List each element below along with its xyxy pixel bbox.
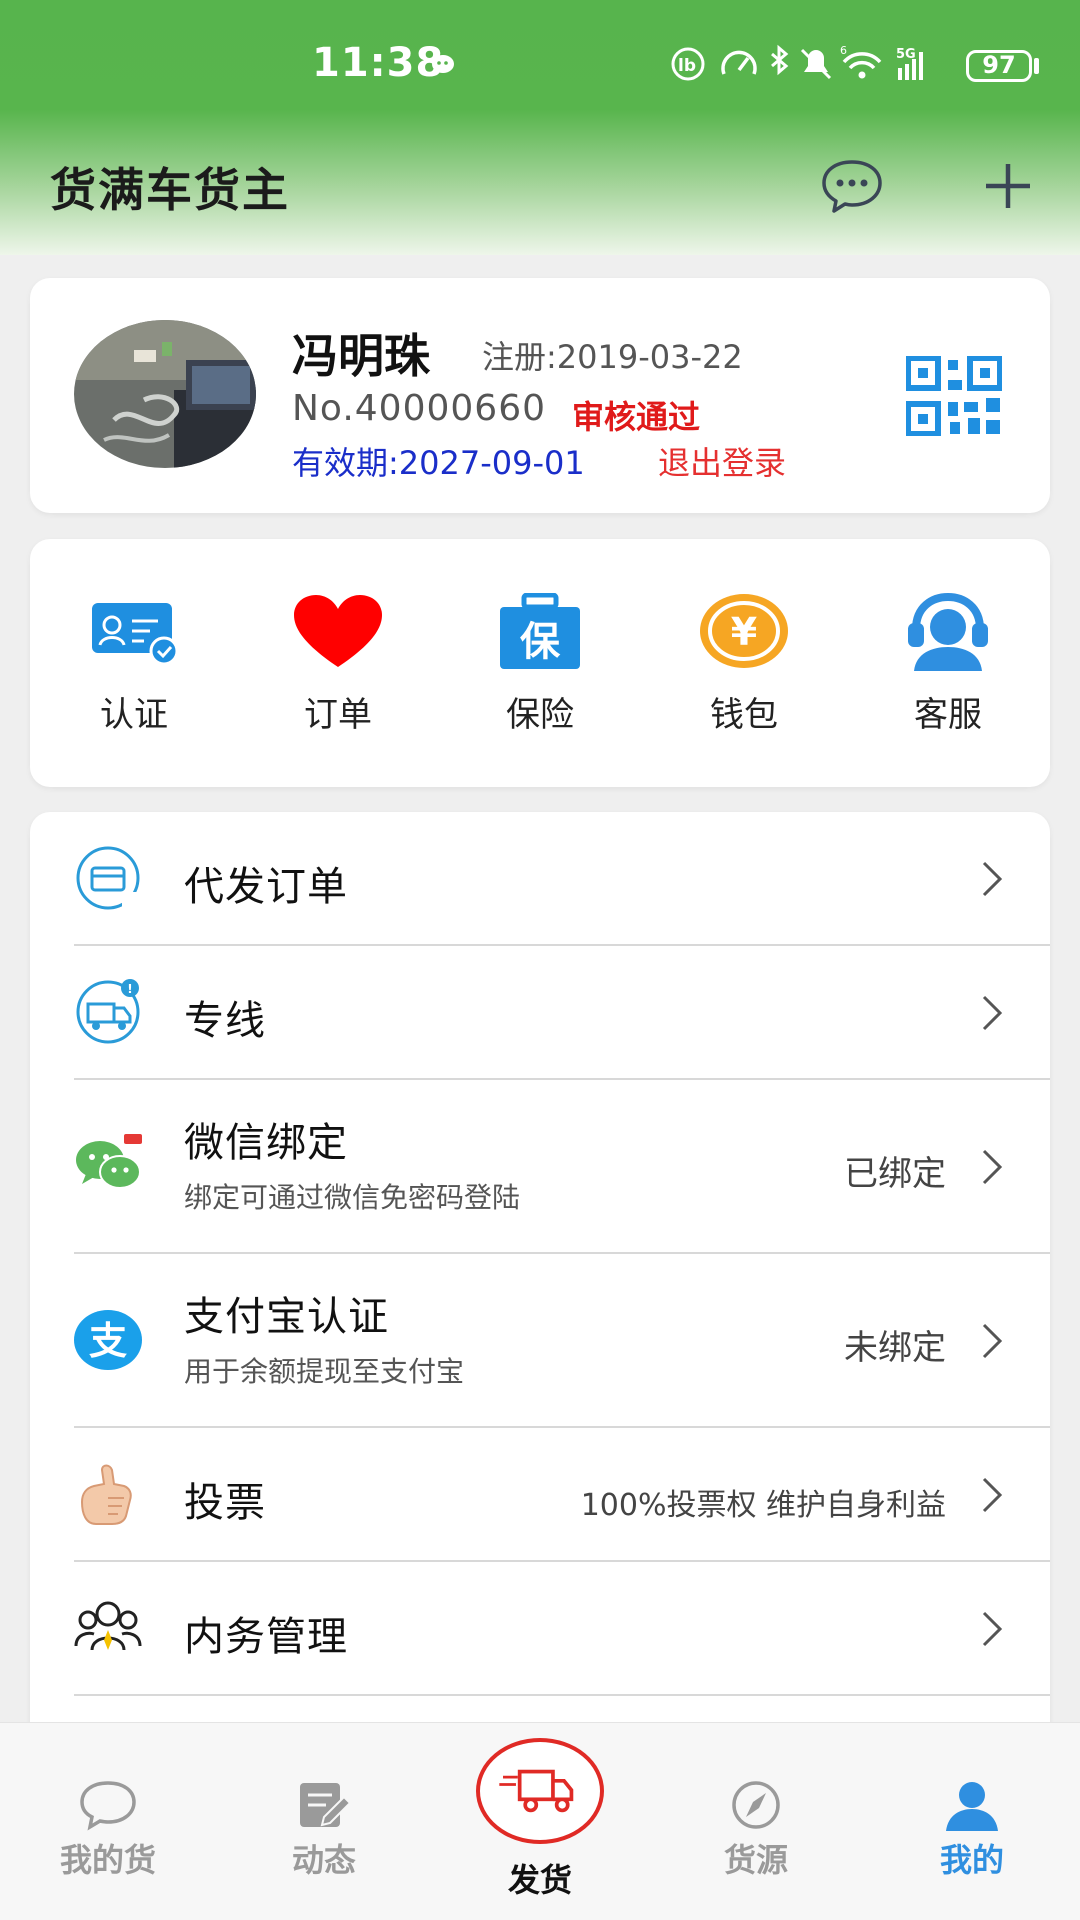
thumbs-up-icon [80, 1464, 132, 1525]
wechat-notification-icon [432, 55, 454, 73]
divider [74, 1694, 1050, 1696]
tab-label: 我的货 [59, 1841, 156, 1879]
settings-menu: 代发订单 ! 专线 微信绑定 绑定可通过微信免密码登陆 已绑定 支 支付宝认证 … [30, 812, 1050, 1812]
svg-text:保: 保 [520, 619, 561, 665]
svg-text:¥: ¥ [731, 610, 757, 654]
menu-item-title: 内务管理 [184, 1614, 348, 1660]
menu-item-internal-management[interactable]: 内务管理 [30, 1562, 1050, 1696]
quick-action-customer-service[interactable]: 客服 [858, 593, 1038, 735]
quick-action-label: 订单 [304, 695, 372, 735]
menu-item-title: 投票 [184, 1480, 266, 1526]
tab-label: 货源 [723, 1841, 788, 1879]
chevron-right-icon [982, 1611, 1003, 1647]
tab-label: 我的 [939, 1841, 1004, 1879]
wechat-icon [76, 1134, 142, 1189]
menu-item-subtitle: 用于余额提现至支付宝 [184, 1355, 465, 1388]
quick-action-label: 保险 [506, 695, 574, 735]
quick-actions-card: 认证 订单 保 保险 ¥ 钱包 客服 [30, 539, 1050, 787]
chevron-right-icon [982, 861, 1003, 897]
menu-item-subtitle: 绑定可通过微信免密码登陆 [184, 1181, 521, 1214]
edit-note-icon [300, 1783, 352, 1827]
registration-date: 注册:2019-03-22 [482, 338, 743, 376]
quick-action-insurance[interactable]: 保 保险 [450, 593, 630, 735]
menu-item-title: 代发订单 [184, 864, 348, 910]
tab-cargo-source[interactable]: 货源 [648, 1723, 864, 1920]
user-number: No.40000660 [292, 388, 546, 429]
voting-description: 100%投票权 维护自身利益 [580, 1488, 946, 1523]
menu-item-title: 微信绑定 [184, 1120, 348, 1166]
yuan-coin-icon: ¥ [700, 594, 788, 668]
quick-action-label: 认证 [100, 695, 168, 735]
id-card-icon [92, 603, 179, 666]
profile-card: 冯明珠 注册:2019-03-22 No.40000660 审核通过 有效期:2… [30, 278, 1050, 513]
qr-code-icon[interactable] [906, 356, 1002, 436]
status-time: 11:38 [312, 40, 445, 86]
tab-label: 动态 [291, 1841, 356, 1879]
heart-icon [294, 595, 382, 667]
tab-my-goods[interactable]: 我的货 [0, 1723, 216, 1920]
battery-nub [1034, 58, 1039, 74]
quick-action-label: 客服 [914, 695, 982, 735]
valid-until-date: 有效期:2027-09-01 [292, 444, 585, 482]
quick-action-label: 钱包 [710, 695, 778, 735]
tab-label: 发货 [507, 1861, 572, 1899]
team-management-icon [74, 1601, 142, 1651]
alipay-icon: 支 [74, 1310, 142, 1370]
status-bar: 11:38 lb 6 5G 97 [0, 0, 1080, 130]
quick-action-wallet[interactable]: ¥ 钱包 [654, 593, 834, 735]
message-icon[interactable] [820, 158, 884, 214]
compass-icon [732, 1781, 780, 1829]
menu-item-proxy-order[interactable]: 代发订单 [30, 812, 1050, 946]
svg-text:!: ! [127, 982, 132, 996]
svg-text:6: 6 [840, 44, 847, 57]
chevron-right-icon [982, 1149, 1003, 1185]
menu-item-voting[interactable]: 投票 100%投票权 维护自身利益 [30, 1428, 1050, 1562]
chevron-right-icon [982, 995, 1003, 1031]
proxy-order-icon [76, 846, 140, 910]
alipay-binding-status: 未绑定 [844, 1328, 946, 1368]
menu-item-title: 专线 [184, 998, 266, 1044]
menu-item-dedicated-line[interactable]: ! 专线 [30, 946, 1050, 1080]
quick-action-certification[interactable]: 认证 [44, 593, 224, 735]
chat-bubble-icon [80, 1781, 136, 1831]
svg-text:支: 支 [89, 1319, 127, 1363]
customer-service-icon [908, 593, 988, 671]
menu-item-wechat-binding[interactable]: 微信绑定 绑定可通过微信免密码登陆 已绑定 [30, 1080, 1050, 1254]
menu-item-alipay-auth[interactable]: 支 支付宝认证 用于余额提现至支付宝 未绑定 [30, 1254, 1050, 1428]
avatar[interactable] [74, 320, 256, 468]
insurance-bag-icon: 保 [500, 593, 580, 669]
logout-link[interactable]: 退出登录 [658, 438, 786, 484]
audit-status-badge: 审核通过 [572, 398, 701, 436]
tab-mine[interactable]: 我的 [864, 1723, 1080, 1920]
delivery-truck-icon[interactable] [476, 1738, 604, 1844]
wechat-binding-status: 已绑定 [844, 1154, 946, 1194]
menu-item-title: 支付宝认证 [184, 1294, 389, 1340]
app-title: 货满车货主 [50, 163, 290, 217]
svg-text:lb: lb [678, 56, 696, 76]
dedicated-line-truck-icon: ! [76, 979, 140, 1044]
add-icon[interactable] [982, 160, 1034, 212]
chevron-right-icon [982, 1477, 1003, 1513]
user-name: 冯明珠 [292, 329, 430, 383]
tab-feed[interactable]: 动态 [216, 1723, 432, 1920]
quick-action-orders[interactable]: 订单 [248, 593, 428, 735]
chevron-right-icon [982, 1323, 1003, 1359]
battery-indicator: 97 [966, 50, 1032, 82]
user-icon [946, 1782, 998, 1831]
